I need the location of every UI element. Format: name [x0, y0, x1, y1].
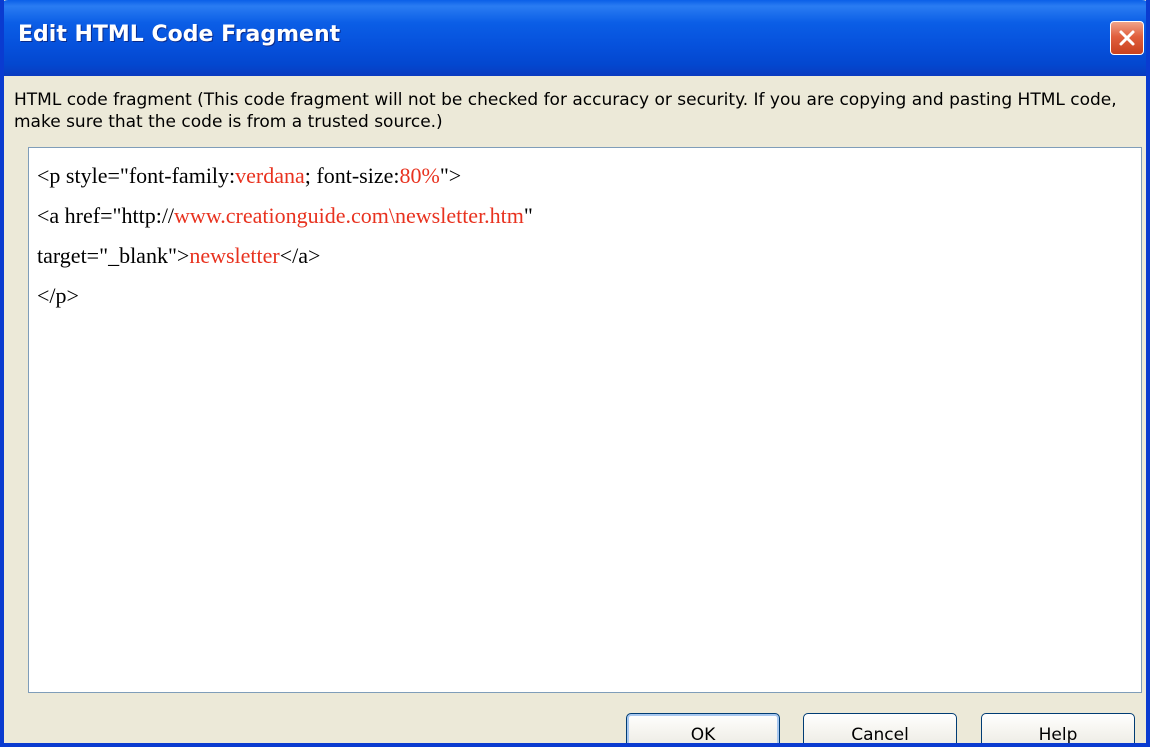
ok-button[interactable]: OK [626, 713, 780, 743]
code-text: <a href="http:// [37, 203, 175, 228]
code-text: </p> [37, 283, 79, 308]
code-line: <p style="font-family:verdana; font-size… [37, 156, 1133, 196]
code-line: <a href="http://www.creationguide.com\ne… [37, 196, 1133, 236]
close-button[interactable] [1110, 21, 1144, 55]
code-value: verdana [235, 163, 305, 188]
code-value: newsletter [189, 243, 280, 268]
code-value: 80% [399, 163, 440, 188]
title-bar[interactable]: Edit HTML Code Fragment [4, 0, 1146, 76]
code-text: " [523, 203, 533, 228]
help-button[interactable]: Help [981, 713, 1135, 743]
dialog-title: Edit HTML Code Fragment [18, 22, 341, 47]
code-text: </a> [279, 243, 321, 268]
edit-html-dialog: Edit HTML Code Fragment HTML code fragme… [0, 0, 1150, 747]
description-label: HTML code fragment (This code fragment w… [14, 90, 1117, 132]
code-text: <p style="font-family: [37, 163, 236, 188]
code-textarea[interactable]: <p style="font-family:verdana; font-size… [28, 147, 1142, 693]
code-line: target="_blank">newsletter</a> [37, 236, 1133, 276]
cancel-button[interactable]: Cancel [803, 713, 957, 743]
code-line: </p> [37, 276, 1133, 316]
code-text: target="_blank"> [37, 243, 190, 268]
code-text: "> [439, 163, 462, 188]
close-icon [1119, 30, 1135, 46]
code-text: ; font-size: [304, 163, 400, 188]
code-value: www.creationguide.com\newsletter.htm [174, 203, 524, 228]
